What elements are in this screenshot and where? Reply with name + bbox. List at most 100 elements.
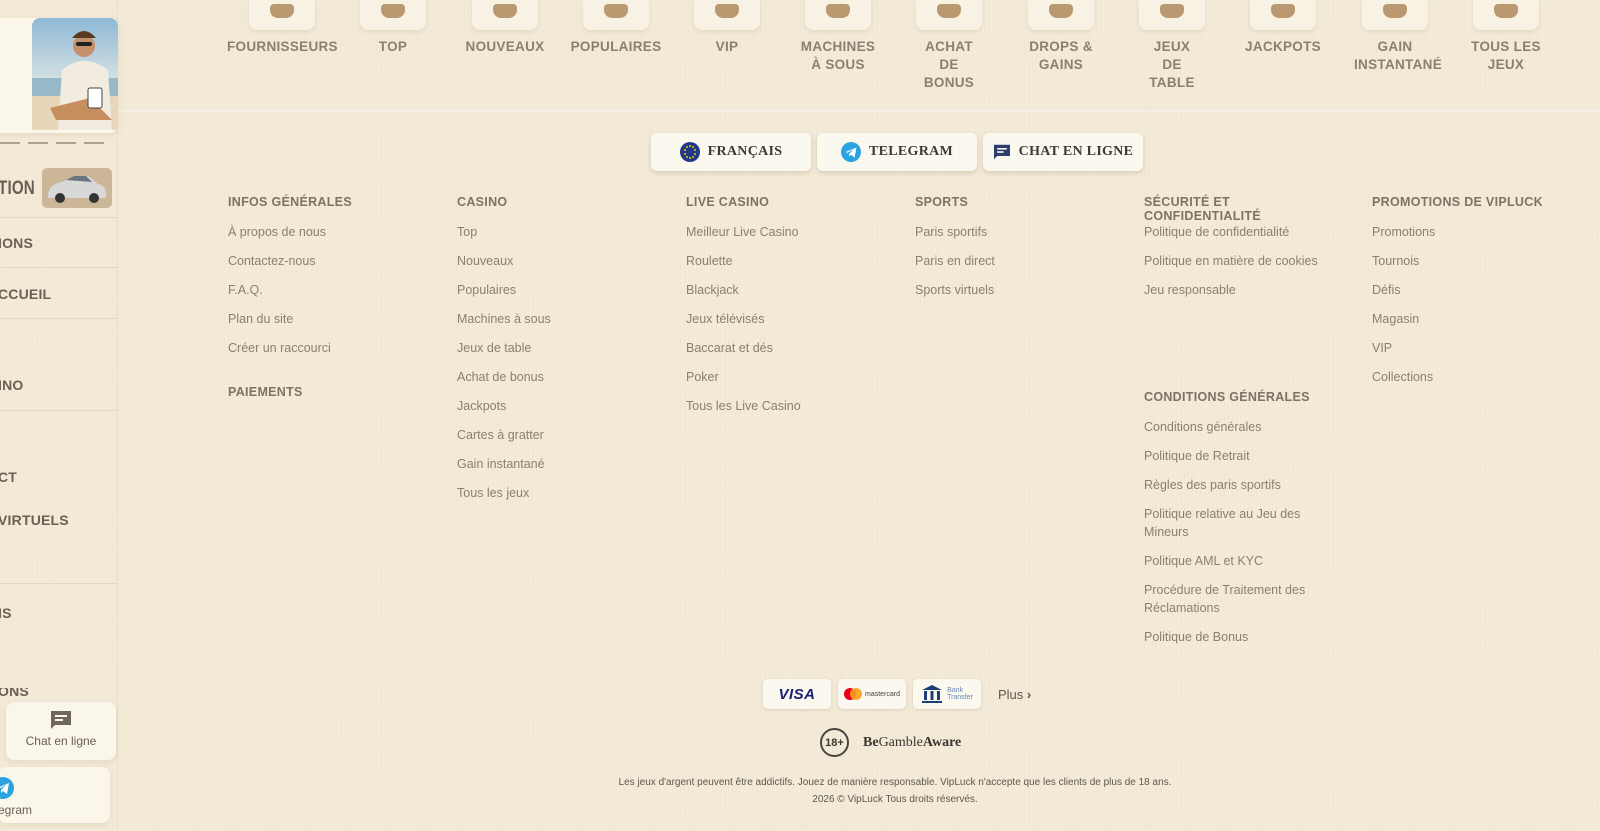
begambleaware-logo[interactable]: BeGambleAware xyxy=(863,735,961,751)
footer-link[interactable]: Politique de Bonus xyxy=(1144,628,1324,646)
sidebar-item-label: VIRTUELS xyxy=(0,512,69,528)
category-label: TOP xyxy=(378,39,408,54)
category-gain-instantane[interactable]: GAIN INSTANTANÉ xyxy=(1340,0,1450,74)
footer-link[interactable]: Top xyxy=(457,223,657,241)
sidebar-item-accueil[interactable]: CCUEIL xyxy=(0,269,118,319)
carousel-dots[interactable] xyxy=(0,142,104,144)
language-label: FRANÇAIS xyxy=(707,144,783,159)
category-label: GAIN INSTANTANÉ xyxy=(1354,39,1442,72)
footer-link[interactable]: Jeux télévisés xyxy=(686,310,886,328)
footer-link[interactable]: Achat de bonus xyxy=(457,368,657,386)
footer-link[interactable]: Procédure de Traitement des Réclamations xyxy=(1144,581,1324,617)
col-title: LIVE CASINO xyxy=(686,195,770,209)
category-label: NOUVEAUX xyxy=(465,39,545,54)
category-icon xyxy=(916,0,982,30)
telegram-button[interactable]: TELEGRAM xyxy=(817,133,977,171)
sidebar-item-direct[interactable]: CT xyxy=(0,462,118,492)
footer-link[interactable]: Tous les Live Casino xyxy=(686,397,886,415)
footer-link[interactable]: Créer un raccourci xyxy=(228,339,428,357)
footer-col-casino: CASINO Top Nouveaux Populaires Machines … xyxy=(457,195,657,502)
col-title: CASINO xyxy=(457,195,508,209)
category-tous-les-jeux[interactable]: TOUS LES JEUX xyxy=(1451,0,1561,74)
telegram-label: TELEGRAM xyxy=(868,144,954,159)
sidebar-item-label: IONS xyxy=(0,234,34,251)
category-label: JEUX DE TABLE xyxy=(1149,39,1195,90)
footer-link[interactable]: Règles des paris sportifs xyxy=(1144,476,1324,494)
footer-link[interactable]: Baccarat et dés xyxy=(686,339,886,357)
footer-link[interactable]: Jeux de table xyxy=(457,339,657,357)
footer-link[interactable]: Gain instantané xyxy=(457,455,657,473)
footer-link[interactable]: Paris en direct xyxy=(915,252,1115,270)
category-icon xyxy=(805,0,871,30)
footer-link[interactable]: Conditions générales xyxy=(1144,418,1324,436)
footer-link[interactable]: Jackpots xyxy=(457,397,657,415)
category-achat-de-bonus[interactable]: ACHAT DE BONUS xyxy=(894,0,1004,92)
category-jeux-de-table[interactable]: JEUX DE TABLE xyxy=(1117,0,1227,92)
category-icon xyxy=(583,0,649,30)
chat-icon xyxy=(993,144,1010,160)
footer-link[interactable]: F.A.Q. xyxy=(228,281,428,299)
sidebar-item-virtuels[interactable]: VIRTUELS xyxy=(0,504,118,584)
category-top[interactable]: TOP xyxy=(338,0,448,56)
category-machines-a-sous[interactable]: MACHINES À SOUS xyxy=(783,0,893,74)
footer-link[interactable]: Tournois xyxy=(1372,252,1572,270)
bank-transfer-logo[interactable]: Bank Transfer xyxy=(913,679,981,709)
category-icon xyxy=(360,0,426,30)
sidebar-item-casino[interactable]: INO xyxy=(0,319,118,411)
col-title: SÉCURITÉ ET CONFIDENTIALITÉ xyxy=(1144,195,1261,223)
footer-link[interactable]: Populaires xyxy=(457,281,657,299)
footer-link[interactable]: Promotions xyxy=(1372,223,1572,241)
footer-link[interactable]: Roulette xyxy=(686,252,886,270)
category-nouveaux[interactable]: NOUVEAUX xyxy=(450,0,560,56)
col-title: INFOS GÉNÉRALES xyxy=(228,195,352,209)
category-icon xyxy=(1250,0,1316,30)
footer-link[interactable]: Tous les jeux xyxy=(457,484,657,502)
footer-link[interactable]: À propos de nous xyxy=(228,223,428,241)
footer-link[interactable]: Sports virtuels xyxy=(915,281,1115,299)
live-chat-button[interactable]: CHAT EN LIGNE xyxy=(983,133,1143,171)
footer-link[interactable]: Paris sportifs xyxy=(915,223,1115,241)
footer-link[interactable]: Blackjack xyxy=(686,281,886,299)
footer-link[interactable]: Plan du site xyxy=(228,310,428,328)
sidebar-item-promotion[interactable]: TION xyxy=(0,160,118,218)
footer-link[interactable]: Cartes à gratter xyxy=(457,426,657,444)
category-drops-gains[interactable]: DROPS & GAINS xyxy=(1006,0,1116,74)
category-fournisseurs[interactable]: FOURNISSEURS xyxy=(227,0,338,56)
footer-link[interactable]: Défis xyxy=(1372,281,1572,299)
footer-link[interactable]: Politique relative au Jeu des Mineurs xyxy=(1144,505,1324,541)
chat-widget-label: Chat en ligne xyxy=(25,734,97,748)
footer-link[interactable]: Politique en matière de cookies xyxy=(1144,252,1344,270)
col-title: SPORTS xyxy=(915,195,969,209)
chat-widget[interactable]: Chat en ligne xyxy=(6,702,116,760)
category-icon xyxy=(1028,0,1094,30)
category-jackpots[interactable]: JACKPOTS xyxy=(1228,0,1338,56)
mastercard-logo[interactable]: mastercard xyxy=(838,679,906,709)
footer-link[interactable]: VIP xyxy=(1372,339,1572,357)
footer-link[interactable]: Machines à sous xyxy=(457,310,657,328)
footer-link[interactable]: Nouveaux xyxy=(457,252,657,270)
more-payments-button[interactable]: Plus › xyxy=(998,687,1031,702)
category-populaires[interactable]: POPULAIRES xyxy=(561,0,671,56)
footer-link[interactable]: Meilleur Live Casino xyxy=(686,223,886,241)
footer-link[interactable]: Politique de confidentialité xyxy=(1144,223,1344,241)
footer-link[interactable]: Contactez-nous xyxy=(228,252,428,270)
responsible-gaming: 18+ BeGambleAware xyxy=(820,728,961,757)
category-icon xyxy=(694,0,760,30)
sidebar-item-missions[interactable]: ONS xyxy=(0,688,118,702)
footer-link[interactable]: Magasin xyxy=(1372,310,1572,328)
sidebar-item-label: TION xyxy=(0,177,35,199)
footer-link[interactable]: Politique AML et KYC xyxy=(1144,552,1324,570)
footer-link[interactable]: Jeu responsable xyxy=(1144,281,1344,299)
sidebar-item-tournois[interactable]: IS xyxy=(0,598,118,628)
footer-col-securite: SÉCURITÉ ET CONFIDENTIALITÉ Politique de… xyxy=(1144,195,1344,299)
category-icon xyxy=(249,0,315,30)
language-button[interactable]: FRANÇAIS xyxy=(651,133,811,171)
footer-col-sports: SPORTS Paris sportifs Paris en direct Sp… xyxy=(915,195,1115,299)
telegram-icon xyxy=(840,142,861,162)
footer-link[interactable]: Poker xyxy=(686,368,886,386)
sidebar-item-promotions[interactable]: IONS xyxy=(0,218,118,268)
category-vip[interactable]: VIP xyxy=(672,0,782,56)
visa-logo[interactable]: VISA xyxy=(763,679,831,709)
footer-link[interactable]: Politique de Retrait xyxy=(1144,447,1324,465)
footer-link[interactable]: Collections xyxy=(1372,368,1572,386)
